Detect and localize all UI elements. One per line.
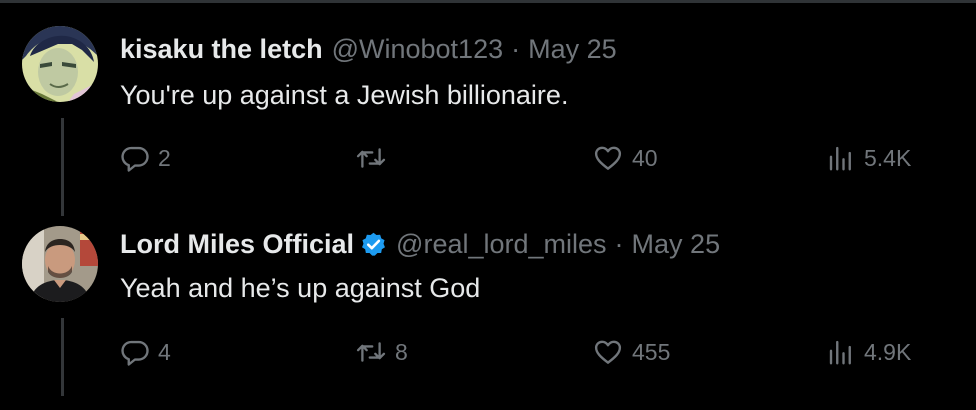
top-divider: [0, 0, 976, 3]
display-name[interactable]: Lord Miles Official: [120, 229, 354, 260]
tweet-text: You're up against a Jewish billionaire.: [120, 80, 569, 110]
tweet-header: kisaku the letch @Winobot123 · May 25: [120, 32, 617, 66]
like-button[interactable]: 455: [592, 335, 670, 369]
views-count: 4.9K: [864, 338, 912, 365]
separator-dot: ·: [614, 228, 624, 259]
timestamp[interactable]: May 25: [528, 34, 617, 65]
thread-connector-line: [61, 118, 64, 216]
separator-dot: ·: [511, 33, 521, 64]
anime-character-avatar-image: [22, 26, 98, 102]
avatar[interactable]: [22, 26, 98, 102]
handle[interactable]: @real_lord_miles: [396, 229, 607, 260]
views-icon: [826, 143, 856, 173]
handle[interactable]: @Winobot123: [332, 34, 504, 65]
like-button[interactable]: 40: [592, 141, 658, 175]
tweet-header: Lord Miles Official @real_lord_miles · M…: [120, 227, 720, 261]
tweet-text: Yeah and he’s up against God: [120, 273, 481, 303]
views-button[interactable]: 5.4K: [826, 141, 911, 175]
display-name[interactable]: kisaku the letch: [120, 34, 323, 65]
reply-button[interactable]: 2: [120, 141, 171, 175]
thread-connector-line: [61, 318, 64, 396]
reply-count: 4: [158, 338, 171, 365]
retweet-icon: [355, 337, 387, 367]
like-count: 40: [632, 144, 658, 171]
avatar[interactable]: [22, 226, 98, 302]
heart-icon: [592, 337, 624, 367]
like-count: 455: [632, 338, 671, 365]
views-count: 5.4K: [864, 144, 912, 171]
man-photo-avatar-image: [22, 226, 98, 302]
retweet-icon: [355, 143, 387, 173]
reply-count: 2: [158, 144, 171, 171]
verified-badge-icon: [360, 231, 387, 258]
reply-button[interactable]: 4: [120, 335, 171, 369]
retweet-button[interactable]: 8: [355, 335, 408, 369]
reply-icon: [120, 337, 150, 367]
views-button[interactable]: 4.9K: [826, 335, 911, 369]
views-icon: [826, 337, 856, 367]
retweet-button[interactable]: [355, 141, 395, 175]
heart-icon: [592, 143, 624, 173]
timestamp[interactable]: May 25: [632, 229, 721, 260]
retweet-count: 8: [395, 338, 408, 365]
reply-icon: [120, 143, 150, 173]
